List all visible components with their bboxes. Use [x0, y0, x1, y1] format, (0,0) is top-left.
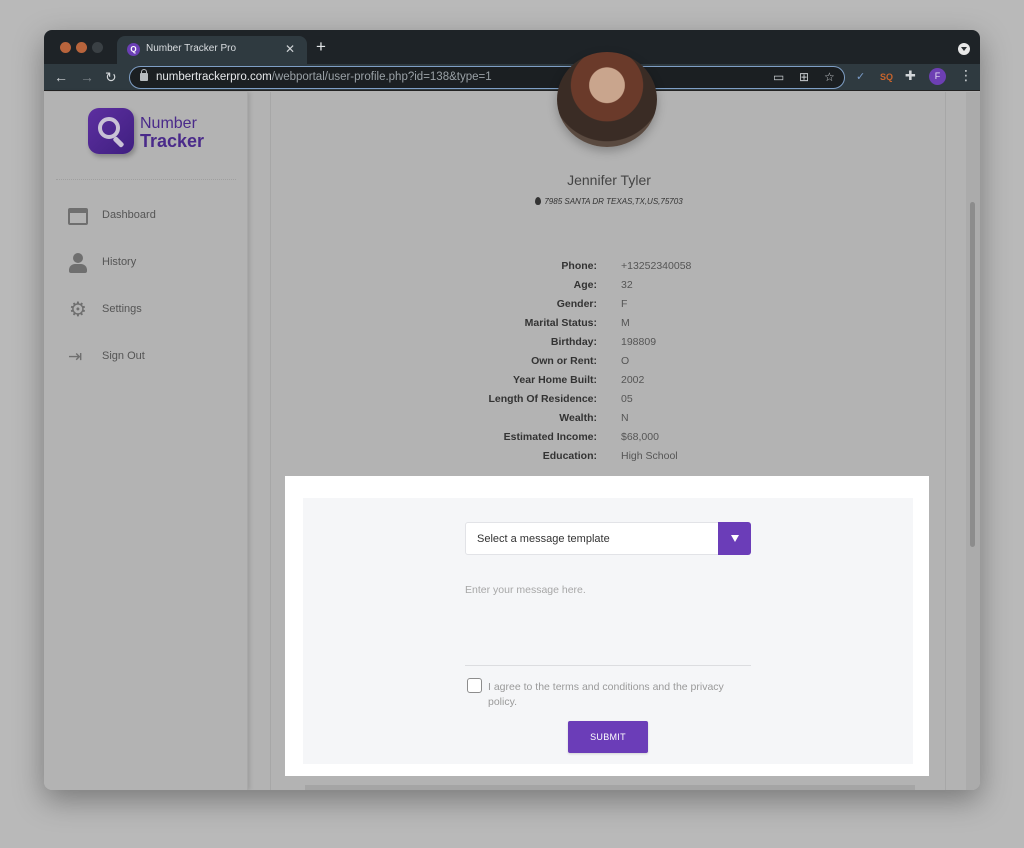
profile-name: Jennifer Tyler [567, 172, 651, 188]
detail-value: $68,000 [621, 431, 659, 443]
back-button[interactable]: ← [54, 68, 68, 86]
detail-value: 198809 [621, 336, 657, 348]
url-path: /webportal/user-profile.php?id=138&type=… [271, 71, 492, 83]
checklist-extension-icon[interactable]: ✓ [856, 70, 865, 83]
dashboard-icon [68, 208, 88, 225]
detail-row: Own or Rent: O [271, 353, 947, 372]
detail-row: Marital Status: M [271, 315, 947, 334]
sidebar-item-label: Dashboard [102, 209, 156, 221]
sidebar-item-label: History [102, 256, 137, 268]
detail-row: Wealth: N [271, 410, 947, 429]
sign-out-icon: ⇥ [68, 347, 83, 366]
profile-address: 7985 SANTA DR TEXAS,TX,US,75703 [271, 197, 947, 206]
browser-tab[interactable]: Q Number Tracker Pro ✕ [117, 36, 307, 64]
browser-toolbar: ← → ↻ numbertrackerpro.com/webportal/use… [44, 64, 980, 91]
close-window-button[interactable] [60, 42, 71, 53]
sidebar-item-history[interactable]: History [68, 253, 228, 273]
logo-text-number: Number [140, 115, 197, 132]
detail-label: Age: [573, 279, 597, 291]
scrollbar-thumb[interactable] [970, 202, 975, 547]
url-domain: numbertrackerpro.com [156, 71, 272, 83]
address-bar[interactable]: numbertrackerpro.com/webportal/user-prof… [129, 66, 845, 89]
tab-search-icon[interactable] [958, 43, 970, 55]
profile-photo [557, 52, 657, 147]
sidebar-divider [56, 179, 236, 180]
detail-value: M [621, 317, 630, 329]
sidebar-item-settings[interactable]: ⚙ Settings [68, 300, 228, 320]
detail-label: Length Of Residence: [488, 393, 597, 405]
terms-label[interactable]: I agree to the terms and conditions and … [488, 680, 750, 710]
new-tab-button[interactable]: + [316, 38, 326, 55]
detail-label: Birthday: [550, 336, 597, 348]
detail-label: Education: [542, 450, 597, 462]
user-icon [68, 253, 88, 273]
detail-value: 05 [621, 393, 633, 405]
detail-row: Gender: F [271, 296, 947, 315]
puzzle-extensions-icon[interactable]: ✚ [905, 68, 916, 84]
detail-row: Birthday: 198809 [271, 334, 947, 353]
template-select-value: Select a message template [477, 533, 610, 545]
terms-checkbox[interactable] [467, 678, 482, 693]
detail-label: Own or Rent: [531, 355, 597, 367]
dropdown-arrow-icon[interactable] [718, 522, 751, 555]
detail-value: High School [621, 450, 678, 462]
sidebar-item-dashboard[interactable]: Dashboard [68, 206, 228, 226]
sidebar-item-sign-out[interactable]: ⇥ Sign Out [68, 347, 228, 367]
detail-row: Length Of Residence: 05 [271, 391, 947, 410]
detail-row: Education: High School [271, 448, 947, 467]
sidebar-item-label: Sign Out [102, 350, 145, 362]
detail-value: O [621, 355, 630, 367]
profile-details: Phone: +13252340058 Age: 32 Gender: F Marit… [271, 258, 947, 467]
detail-row: Age: 32 [271, 277, 947, 296]
profile-avatar[interactable]: F [929, 68, 946, 85]
detail-value: F [621, 298, 628, 310]
forward-button[interactable]: → [80, 68, 94, 86]
next-section-divider [305, 785, 915, 790]
detail-label: Wealth: [559, 412, 597, 424]
tab-close-icon[interactable]: ✕ [285, 42, 295, 56]
detail-row: Phone: +13252340058 [271, 258, 947, 277]
address-text: 7985 SANTA DR TEXAS,TX,US,75703 [544, 197, 683, 206]
detail-label: Phone: [561, 260, 597, 272]
tab-strip: Q Number Tracker Pro ✕ + [44, 30, 980, 64]
cast-icon[interactable]: ▭ [773, 70, 784, 84]
lock-icon[interactable] [140, 69, 148, 81]
detail-value: +13252340058 [621, 260, 692, 272]
bookmark-star-icon[interactable]: ☆ [824, 70, 835, 84]
minimize-window-button[interactable] [76, 42, 87, 53]
favicon-icon: Q [127, 43, 140, 56]
message-template-select[interactable]: Select a message template [465, 522, 751, 555]
detail-row: Estimated Income: $68,000 [271, 429, 947, 448]
message-form: Select a message template I agree to the… [303, 498, 913, 764]
message-form-card: Select a message template I agree to the… [285, 476, 929, 776]
logo-magnifier-icon [88, 108, 134, 154]
detail-value: 2002 [621, 374, 645, 386]
detail-label: Estimated Income: [503, 431, 597, 443]
detail-label: Gender: [556, 298, 597, 310]
reload-button[interactable]: ↻ [105, 68, 117, 86]
sq-extension-icon[interactable]: SQ [880, 72, 893, 82]
detail-label: Marital Status: [524, 317, 597, 329]
browser-menu-icon[interactable]: ⋮ [959, 67, 973, 84]
detail-row: Year Home Built: 2002 [271, 372, 947, 391]
sidebar-item-label: Settings [102, 303, 142, 315]
logo-text-tracker: Tracker [140, 131, 205, 151]
tab-title: Number Tracker Pro [146, 43, 237, 54]
message-input[interactable] [465, 578, 751, 666]
url-text[interactable]: numbertrackerpro.com/webportal/user-prof… [156, 71, 492, 83]
zoom-window-button[interactable] [92, 42, 103, 53]
sidebar: Number Tracker Dashboard History ⚙ Setti… [44, 92, 248, 790]
detail-value: N [621, 412, 629, 424]
detail-value: 32 [621, 279, 633, 291]
qr-code-icon[interactable]: ⊞ [799, 70, 809, 84]
location-pin-icon [535, 197, 542, 205]
logo[interactable]: Number Tracker [88, 106, 218, 156]
detail-label: Year Home Built: [512, 374, 597, 386]
gear-icon: ⚙ [69, 299, 87, 321]
submit-button[interactable]: SUBMIT [568, 721, 648, 753]
